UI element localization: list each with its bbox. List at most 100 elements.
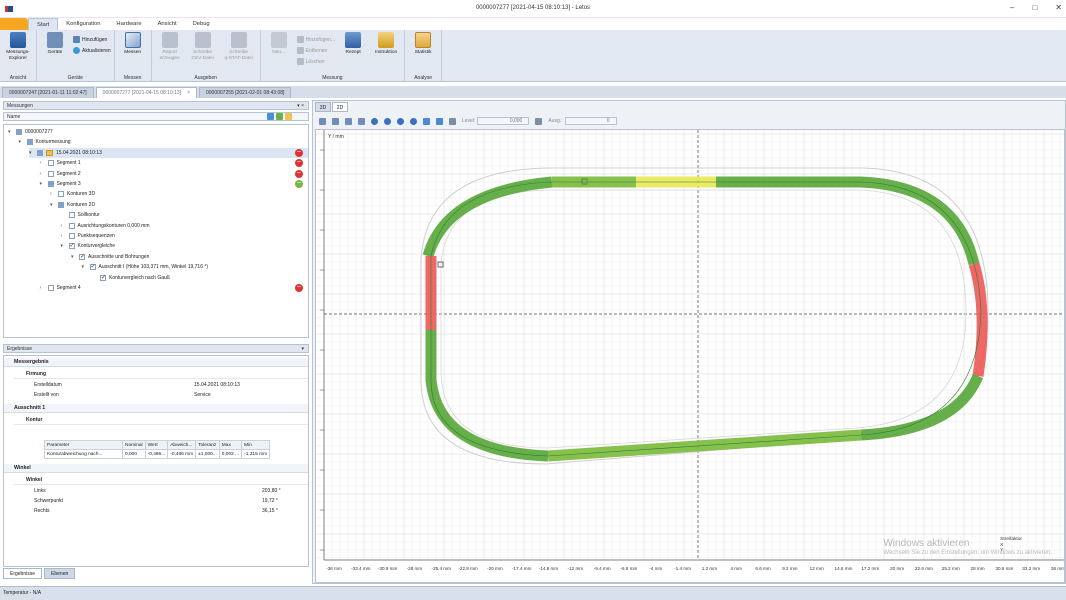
tree-checkbox[interactable] [79, 252, 85, 262]
tree-checkbox[interactable] [47, 160, 54, 167]
tree-node[interactable]: › Punktsequenzen [61, 231, 309, 241]
tree-node[interactable]: ▾ Konturen 2D [50, 200, 308, 210]
arrow-up-icon[interactable] [397, 117, 404, 125]
expand-toggle-icon[interactable]: › [50, 189, 55, 199]
ausg-input[interactable] [564, 117, 617, 125]
zoom-in-icon[interactable] [332, 117, 339, 125]
tab-konfiguration[interactable]: Konfiguration [58, 18, 108, 30]
tree-node[interactable]: ▾ Segment 3 [40, 179, 309, 189]
tree-node[interactable]: ▾ 15.04.2021 08:10:13 [29, 147, 308, 158]
tree-checkbox[interactable] [89, 262, 96, 272]
tree-checkbox[interactable] [100, 273, 106, 283]
contour-plot[interactable]: Y / mm -36 mm -33.4 mm -30.8 mm -28 mm -25.4 … [315, 129, 1065, 583]
expand-toggle-icon[interactable]: ▾ [40, 179, 45, 189]
tree-node[interactable]: › Segment 4 [40, 283, 309, 293]
tree-node[interactable]: ▾ Ausschnitt I (Höhe 103,371 mm, Winkel 1… [82, 262, 309, 272]
table-row[interactable]: Konturabweichung nach... 0,000 -0,486...… [44, 449, 271, 459]
expand-toggle-icon[interactable]: › [40, 283, 45, 293]
close-button[interactable]: ✕ [1055, 3, 1062, 12]
doc-tab[interactable]: 0000007247 [2021-01-11 11:02:47] [2, 87, 94, 98]
measure-distance-icon[interactable] [436, 117, 443, 125]
expand-toggle-icon[interactable]: ▾ [71, 252, 76, 262]
tree-checkbox[interactable] [68, 212, 75, 219]
tree-node[interactable]: › Segment 1 [40, 158, 309, 168]
zoom-out-icon[interactable] [345, 117, 352, 125]
tree-checkbox[interactable] [47, 285, 54, 291]
expand-toggle-icon[interactable]: ▾ [19, 137, 24, 147]
column-header[interactable]: Abweich... [167, 440, 197, 450]
doc-tab[interactable]: 0000007255 [2021-02-01 08:43:08] [199, 87, 292, 98]
add-measurement-button[interactable]: Hinzufügen... [296, 36, 335, 43]
refresh-button[interactable]: Aktualisieren [73, 47, 111, 54]
tree-checkbox[interactable] [58, 201, 64, 208]
pin-icon[interactable]: ▾ × [297, 102, 304, 110]
csv-button[interactable]: Schreibe CSV-Datei [188, 32, 218, 72]
tree-node[interactable]: ▾ 0000007277 [8, 127, 308, 137]
tab-start[interactable]: Start [28, 18, 59, 30]
tree-checkbox[interactable] [68, 241, 75, 251]
tree-checkbox[interactable] [26, 139, 33, 146]
tree-checkbox[interactable] [47, 170, 54, 177]
arrow-down-icon[interactable] [410, 117, 417, 125]
statistics-button[interactable]: Statistik [408, 32, 438, 72]
column-header[interactable]: Wert [144, 440, 169, 450]
tree-node[interactable]: Sollkontur [61, 210, 309, 220]
expand-toggle-icon[interactable]: › [40, 169, 45, 179]
tree-checkbox[interactable] [16, 129, 22, 135]
close-tab-icon[interactable]: × [187, 88, 190, 98]
tab-ansicht[interactable]: Ansicht [150, 18, 185, 30]
measure-line-icon[interactable] [423, 117, 430, 125]
tree-add-icon[interactable] [276, 113, 283, 120]
maximize-button[interactable]: □ [1032, 3, 1037, 12]
tree-node[interactable]: ▾ Konturvergleiche [61, 241, 309, 251]
remove-button[interactable]: Entfernen [296, 47, 335, 54]
expand-toggle-icon[interactable]: ▾ [8, 127, 13, 137]
delete-button[interactable]: Löschen [296, 58, 335, 65]
tree-checkbox[interactable] [47, 181, 54, 187]
tab-debug[interactable]: Debug [185, 18, 218, 30]
subsection-kontur[interactable]: Kontur [14, 416, 308, 425]
tree-node[interactable]: › Segment 2 [40, 169, 309, 179]
column-header[interactable]: Min [241, 440, 271, 450]
arrow-right-icon[interactable] [384, 117, 391, 125]
qstat-button[interactable]: Schreibe q-STAT-Datei [221, 32, 257, 72]
tree-node[interactable]: › Konturen 3D [50, 189, 308, 199]
tab-3d[interactable]: 3D [315, 102, 331, 112]
measurement-explorer-button[interactable]: Messungs- Explorer [3, 32, 33, 72]
tree-checkbox[interactable] [68, 222, 75, 229]
expand-toggle-icon[interactable]: › [40, 158, 45, 168]
column-header[interactable]: Toleranz [195, 440, 220, 450]
tree-checkbox[interactable] [58, 191, 64, 198]
expand-toggle-icon[interactable]: ▾ [82, 262, 87, 272]
subsection-winkel[interactable]: Winkel [14, 476, 308, 485]
minimize-button[interactable]: – [1010, 3, 1014, 12]
arrow-left-icon[interactable] [371, 117, 378, 125]
measure-button[interactable]: Messen [118, 32, 148, 72]
tree-refresh-icon[interactable] [267, 113, 274, 120]
level-icon[interactable] [449, 117, 456, 125]
new-button[interactable]: Neu... [264, 32, 294, 72]
column-header[interactable]: Max [218, 440, 243, 450]
expand-toggle-icon[interactable]: ▾ [29, 148, 34, 158]
subsection-firmung[interactable]: Firmung [14, 370, 308, 379]
report-button[interactable]: Report erzeugen [155, 32, 185, 72]
expand-toggle-icon[interactable]: › [61, 221, 66, 231]
zoom-window-icon[interactable] [358, 117, 365, 125]
expand-toggle-icon[interactable]: ▾ [61, 241, 66, 251]
expand-toggle-icon[interactable]: › [61, 231, 66, 241]
tree-checkbox[interactable] [37, 149, 43, 156]
tree-node[interactable]: ▾ Ausschnitte und Bohrungen [71, 252, 308, 262]
recipe-button[interactable]: Rezept [338, 32, 368, 72]
section-winkel[interactable]: Winkel [4, 464, 308, 473]
column-header[interactable]: Nominal [122, 440, 146, 450]
tree-node[interactable]: ▾ Konturmessung [19, 137, 309, 147]
tab-ebenen[interactable]: Ebenen [44, 568, 76, 579]
tab-hardware[interactable]: Hardware [108, 18, 149, 30]
contour-plot-svg[interactable]: Y / mm -36 mm -33.4 mm -30.8 mm -28 mm -25.4 … [316, 130, 1065, 582]
expand-toggle-icon[interactable]: ▾ [50, 200, 55, 210]
tree-node[interactable]: › Ausrichtungskonturen 0,000 mm [61, 221, 309, 231]
tab-2d[interactable]: 2D [332, 102, 348, 112]
tree-folder-icon[interactable] [285, 113, 292, 120]
column-header[interactable]: Parameter [44, 440, 123, 450]
add-device-button[interactable]: Hinzufügen [73, 36, 111, 43]
